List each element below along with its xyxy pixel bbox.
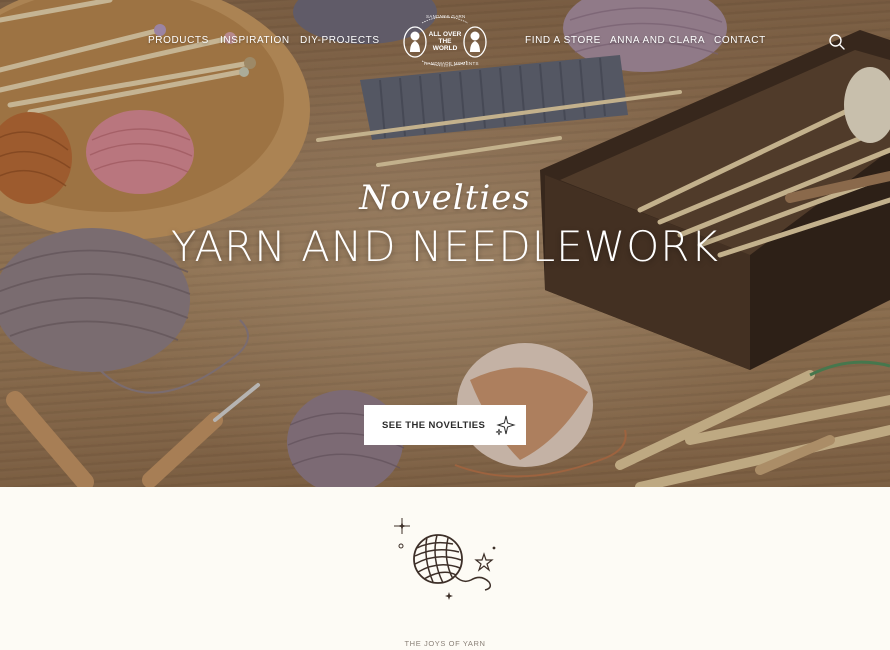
sparkle-icon — [495, 415, 516, 436]
section-eyebrow: THE JOYS OF YARN — [404, 639, 486, 648]
logo-top-arc: Sandnes Garn — [426, 14, 466, 19]
hero-title: YARN AND NEEDLEWORK — [171, 222, 719, 271]
nav-diy-projects[interactable]: DIY-PROJECTS — [300, 35, 380, 46]
nav-find-a-store[interactable]: FIND A STORE — [525, 35, 601, 46]
see-novelties-button[interactable]: SEE THE NOVELTIES — [364, 405, 526, 445]
nav-contact[interactable]: CONTACT — [714, 35, 766, 46]
logo-bottom-arc: Handmade Moments — [424, 61, 479, 66]
nav-inspiration[interactable]: INSPIRATION — [220, 35, 290, 46]
nav-products[interactable]: PRODUCTS — [148, 35, 209, 46]
brand-logo[interactable]: ALL OVER THE WORLD Sandnes Garn Handmade… — [400, 9, 490, 69]
cta-label: SEE THE NOVELTIES — [382, 419, 486, 431]
intro-section: THE JOYS OF YARN — [0, 487, 890, 650]
search-icon — [829, 34, 845, 50]
hero-banner: PRODUCTS INSPIRATION DIY-PROJECTS FIND A… — [0, 0, 890, 487]
hero-script-title: Novelties — [359, 178, 531, 218]
search-button[interactable] — [828, 33, 846, 51]
logo-text: ALL OVER THE WORLD — [428, 31, 462, 52]
yarn-ball-illustration-icon — [394, 518, 496, 600]
nav-anna-and-clara[interactable]: ANNA AND CLARA — [610, 35, 705, 46]
